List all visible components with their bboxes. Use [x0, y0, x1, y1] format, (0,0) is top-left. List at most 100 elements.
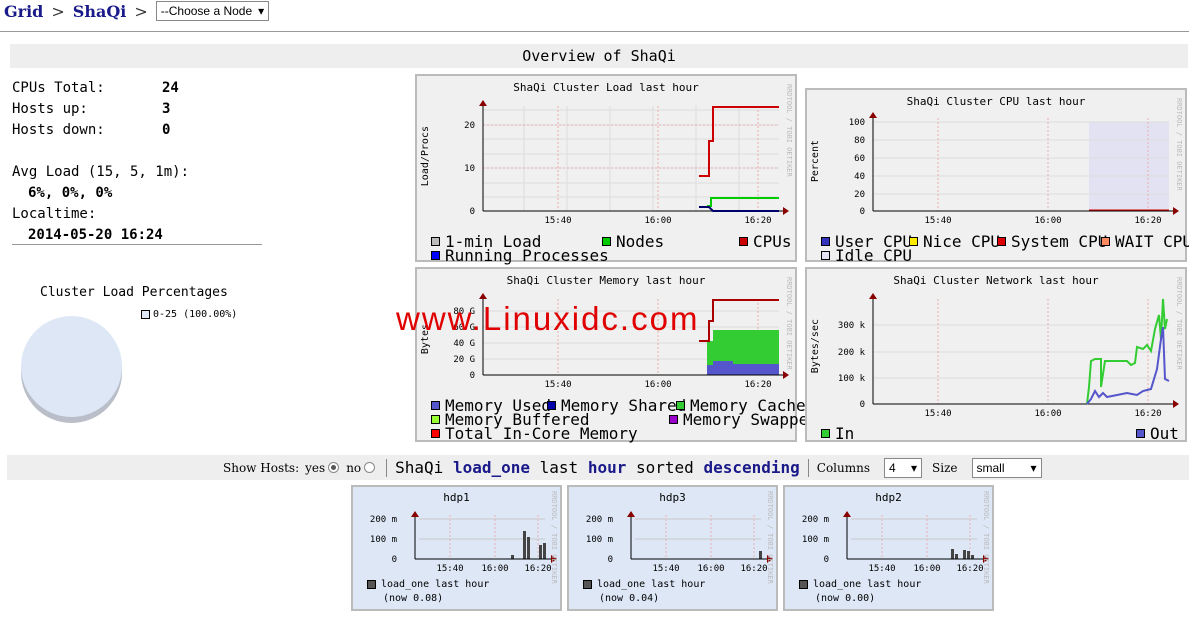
hosts-up-value: 3 [162, 101, 171, 117]
show-hosts-label: Show Hosts: [223, 460, 300, 475]
legend-swatch [799, 580, 808, 589]
network-graph[interactable]: ShaQi Cluster Network last hour Bytes/se… [805, 267, 1187, 443]
legend-swatch [431, 429, 440, 438]
sort-description: ShaQi load_one last hour sorted descendi… [395, 458, 800, 477]
cpus-total-value: 24 [162, 80, 179, 96]
x-tick: 16:20 [1134, 409, 1161, 419]
rrdtool-credit: RRDTOOL / TOBI OETIKER [785, 84, 793, 177]
y-tick: 10 [464, 164, 475, 174]
node-select-value: --Choose a Node [160, 4, 253, 18]
breadcrumb-separator: > [51, 1, 65, 21]
columns-select[interactable]: 4 ▾ [884, 457, 923, 478]
legend-swatch [1101, 237, 1110, 246]
host-graph-hdp3[interactable]: hdp3 RRDTOOL / TOBI OETIKER 200 m 100 m … [567, 485, 778, 611]
host-legend: load_one last hour [583, 579, 705, 590]
breadcrumb-grid-link[interactable]: Grid [4, 2, 43, 21]
cpu-graph[interactable]: ShaQi Cluster CPU last hour Percent RRDT… [805, 88, 1189, 265]
x-tick: 15:40 [868, 564, 895, 574]
legend-swatch [676, 401, 685, 410]
hosts-down-label: Hosts down: [12, 122, 105, 138]
host-plot: 200 m 100 m 0 15:40 16:00 16:20 [586, 511, 773, 574]
show-hosts-no-radio[interactable] [364, 462, 376, 473]
host-name: hdp3 [659, 491, 686, 504]
toolbar-divider [386, 458, 388, 477]
y-tick: 20 [854, 190, 865, 200]
legend-swatch [669, 415, 678, 424]
y-tick: 200 k [838, 348, 866, 358]
host-legend: load_one last hour [367, 579, 489, 590]
legend-swatch [431, 415, 440, 424]
sort-range: hour [587, 458, 627, 477]
x-tick: 16:20 [956, 564, 983, 574]
legend-label: In [835, 424, 855, 443]
avg-load-label: Avg Load (15, 5, 1m): [12, 164, 190, 180]
localtime-value: 2014-05-20 16:24 [28, 227, 163, 243]
stats-divider [12, 244, 262, 245]
x-tick: 15:40 [544, 216, 571, 226]
y-tick: 0 [470, 371, 475, 381]
host-plot: 200 m 100 m 0 15:40 16:00 16:20 [802, 511, 989, 574]
legend-swatch [821, 237, 830, 246]
rrdtool-credit: RRDTOOL / TOBI OETIKER [785, 277, 793, 370]
dropdown-arrow-icon: ▾ [1030, 460, 1037, 475]
size-label: Size [932, 460, 958, 475]
load-bars [951, 549, 974, 559]
watermark: www.Linuxidc.com [396, 300, 700, 337]
y-tick: 200 m [802, 515, 829, 525]
pie-legend: 0-25 (100.00%) [141, 309, 237, 320]
legend-swatch [821, 251, 830, 260]
legend-running-processes: Running Processes [431, 246, 609, 265]
x-tick: 16:00 [1034, 216, 1061, 226]
legend-swatch [997, 237, 1006, 246]
show-hosts-yes-label: yes [305, 460, 326, 475]
y-tick: 100 m [802, 535, 829, 545]
y-tick: 0 [392, 555, 397, 565]
x-tick: 16:00 [697, 564, 724, 574]
show-hosts-no-label: no [346, 460, 362, 475]
graph-title: ShaQi Cluster CPU last hour [906, 95, 1086, 108]
avg-load-value: 6%, 0%, 0% [28, 185, 113, 201]
graph-title: ShaQi Cluster Network last hour [893, 274, 1099, 287]
x-tick: 15:40 [924, 409, 951, 419]
legend-swatch [821, 429, 830, 438]
sort-sorted: sorted [636, 458, 694, 477]
legend-wait-cpu: WAIT CPU [1101, 232, 1189, 251]
host-graph-hdp2[interactable]: hdp2 RRDTOOL / TOBI OETIKER 200 m 100 m … [783, 485, 994, 611]
legend-nice-cpu: Nice CPU [909, 232, 1000, 251]
x-tick: 16:20 [524, 564, 551, 574]
legend-swatch [367, 580, 376, 589]
legend-label: load_one last hour [597, 579, 706, 590]
x-tick: 15:40 [924, 216, 951, 226]
host-legend: load_one last hour [799, 579, 921, 590]
breadcrumb-cluster-link[interactable]: ShaQi [73, 2, 127, 21]
y-tick: 300 k [838, 321, 866, 331]
host-plot: 200 m 100 m 0 15:40 16:00 16:20 [370, 511, 557, 574]
y-tick: 80 [854, 136, 865, 146]
sort-metric: load_one [452, 458, 531, 477]
legend-swatch [547, 401, 556, 410]
load-graph[interactable]: ShaQi Cluster Load last hour Load/Procs … [415, 74, 797, 265]
legend-incore-memory: Total In-Core Memory [431, 424, 638, 443]
graph-title: ShaQi Cluster Memory last hour [506, 274, 706, 287]
load-bars [759, 551, 762, 559]
net-out-line [1086, 326, 1170, 405]
x-tick: 15:40 [652, 564, 679, 574]
pie-legend-swatch [141, 310, 150, 319]
show-hosts-yes-radio[interactable] [328, 462, 340, 473]
legend-label: Nodes [616, 232, 665, 251]
sort-last: last [539, 458, 579, 477]
y-tick: 100 m [586, 535, 613, 545]
y-tick: 0 [608, 555, 613, 565]
rrdtool-credit: RRDTOOL / TOBI OETIKER [766, 491, 774, 584]
x-tick: 16:00 [913, 564, 940, 574]
toolbar-divider [807, 458, 809, 477]
size-select[interactable]: small ▾ [971, 457, 1042, 478]
legend-label: Memory Swapped [683, 410, 818, 429]
legend-swatch [583, 580, 592, 589]
host-name: hdp2 [875, 491, 902, 504]
node-select[interactable]: --Choose a Node ▾ [155, 1, 270, 21]
header-divider [0, 31, 1189, 32]
localtime-label: Localtime: [12, 206, 97, 222]
memory-graph[interactable]: ShaQi Cluster Memory last hour Bytes RRD… [415, 267, 818, 443]
host-graph-hdp1[interactable]: hdp1 RRDTOOL / TOBI OETIKER 200 m 100 m … [351, 485, 562, 611]
